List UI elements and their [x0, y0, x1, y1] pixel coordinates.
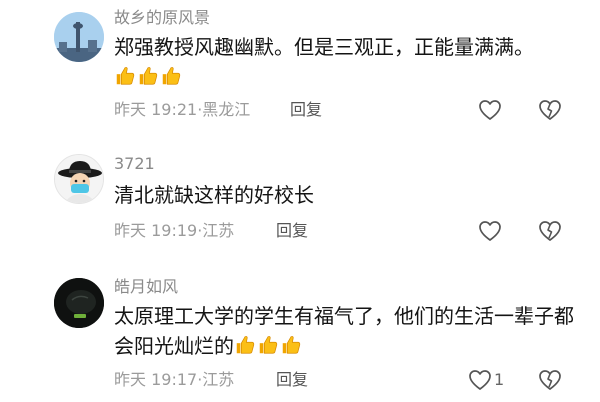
avatar[interactable] — [54, 278, 104, 328]
comment-text: 清北就缺这样的好校长 — [114, 180, 584, 210]
thumbs-up-emoji — [236, 336, 255, 354]
thumbs-up-emoji — [259, 336, 278, 354]
broken-heart-icon — [539, 370, 561, 390]
dislike-button[interactable] — [538, 220, 562, 246]
comment-meta: 昨天 19:21·黑龙江 — [114, 100, 250, 120]
heart-outline-icon — [479, 221, 501, 241]
comment-meta: 昨天 19:17·江苏 — [114, 370, 234, 390]
comment-location: 江苏 — [202, 221, 235, 240]
username[interactable]: 3721 — [114, 154, 155, 174]
comment-item: 皓月如风 太原理工大学的学生有福气了，他们的生活一辈子都会阳光灿烂的 昨天 19… — [0, 270, 600, 402]
reply-button[interactable]: 回复 — [290, 100, 322, 120]
thumbs-up-emoji — [162, 67, 181, 85]
username[interactable]: 故乡的原风景 — [114, 8, 210, 28]
comment-meta: 昨天 19:19·江苏 — [114, 221, 234, 241]
comment-text-content: 郑强教授风趣幽默。但是三观正，正能量满满。 — [114, 35, 534, 59]
broken-heart-icon — [539, 100, 561, 120]
avatar-tower-image — [54, 12, 104, 62]
broken-heart-icon — [539, 221, 561, 241]
reply-button[interactable]: 回复 — [276, 370, 308, 390]
comment-text: 太原理工大学的学生有福气了，他们的生活一辈子都会阳光灿烂的 — [114, 301, 584, 361]
reply-button[interactable]: 回复 — [276, 221, 308, 241]
like-button[interactable] — [478, 220, 504, 242]
dislike-button[interactable] — [538, 99, 562, 125]
heart-outline-icon — [479, 100, 501, 120]
thumbs-up-emoji — [282, 336, 301, 354]
like-button[interactable]: 1 — [468, 369, 504, 391]
avatar[interactable] — [54, 12, 104, 62]
comment-list: 故乡的原风景 郑强教授风趣幽默。但是三观正，正能量满满。 昨天 19:21·黑龙… — [0, 0, 600, 402]
comment-item: 故乡的原风景 郑强教授风趣幽默。但是三观正，正能量满满。 昨天 19:21·黑龙… — [0, 0, 600, 133]
avatar[interactable] — [54, 154, 104, 204]
heart-outline-icon — [469, 370, 491, 390]
comment-text: 郑强教授风趣幽默。但是三观正，正能量满满。 — [114, 32, 584, 92]
comment-text-content: 太原理工大学的学生有福气了，他们的生活一辈子都会阳光灿烂的 — [114, 304, 574, 358]
like-button[interactable] — [478, 99, 504, 121]
comment-time: 昨天 19:17 — [114, 370, 198, 389]
emoji-group — [234, 334, 302, 356]
dislike-button[interactable] — [538, 369, 562, 395]
avatar-dark-image — [54, 278, 104, 328]
emoji-group — [114, 65, 182, 87]
comment-item: 3721 清北就缺这样的好校长 昨天 19:19·江苏 回复 — [0, 150, 600, 250]
comment-text-content: 清北就缺这样的好校长 — [114, 183, 314, 207]
comment-time: 昨天 19:19 — [114, 221, 198, 240]
like-count: 1 — [494, 370, 505, 389]
thumbs-up-emoji — [139, 67, 158, 85]
comment-location: 黑龙江 — [202, 100, 251, 119]
avatar-hat-person-image — [55, 155, 103, 203]
comment-time: 昨天 19:21 — [114, 100, 198, 119]
thumbs-up-emoji — [116, 67, 135, 85]
username[interactable]: 皓月如风 — [114, 277, 178, 297]
comment-location: 江苏 — [202, 370, 235, 389]
